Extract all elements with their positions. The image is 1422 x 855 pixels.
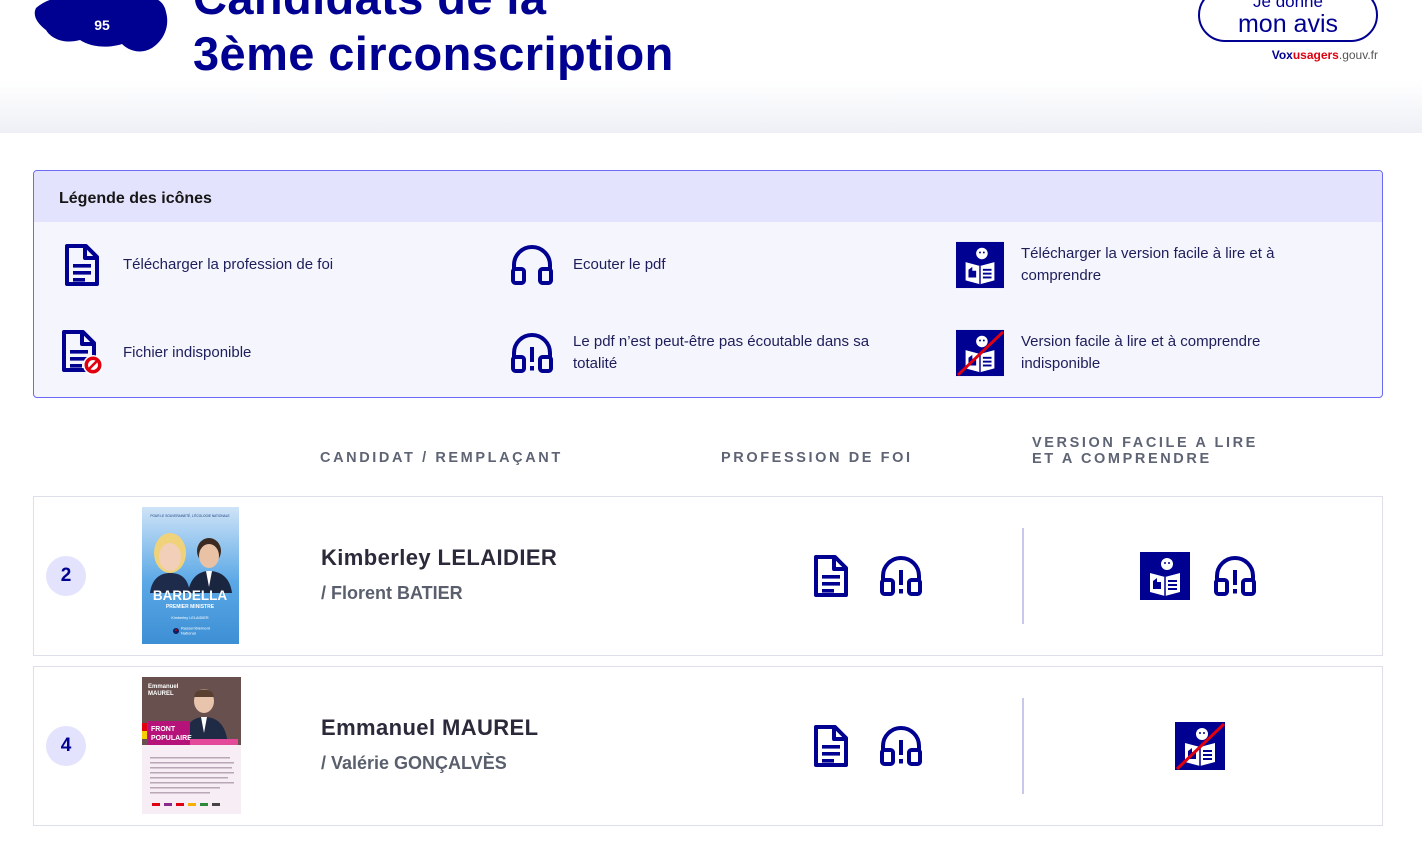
download-profession-link[interactable] — [808, 553, 854, 599]
substitute-name: / Florent BATIER — [321, 583, 463, 603]
column-header-candidate: CANDIDAT / REMPLAÇANT — [320, 450, 563, 466]
headphones-icon — [508, 241, 556, 289]
listen-profession-link[interactable] — [878, 723, 924, 769]
poster-name-line2: MAUREL — [148, 691, 174, 697]
column-header-profession: PROFESSION DE FOI — [721, 450, 913, 466]
easy-read-unavailable-icon — [956, 329, 1004, 377]
voxusagers-logo[interactable]: Voxusagers.gouv.fr — [1240, 48, 1378, 62]
poster-headline: BARDELLA — [153, 588, 227, 603]
document-icon — [811, 724, 851, 768]
column-separator — [1022, 698, 1024, 794]
legend-item-label: Télécharger la profession de foi — [123, 256, 334, 273]
candidate-number-badge: 4 — [46, 726, 86, 766]
column-header-easy-read: VERSION FACILE A LIRE ET A COMPRENDRE — [1032, 435, 1258, 467]
headphones-warning-icon — [879, 726, 923, 766]
vox-logo-part2: usagers — [1292, 48, 1339, 62]
legend-item-easy-read-unavailable: Version facile à lire et à comprendre in… — [956, 329, 1321, 377]
legend-title: Légende des icônes — [59, 190, 212, 207]
headphones-warning-icon — [1213, 556, 1257, 596]
candidate-name: Kimberley LELAIDIER — [321, 545, 558, 570]
legend-item-listen: Ecouter le pdf — [508, 241, 666, 289]
legend-item-label: Télécharger la version facile à lire et … — [1021, 245, 1275, 284]
give-opinion-big-label: mon avis — [1237, 10, 1339, 38]
listen-easy-read-link[interactable] — [1212, 553, 1258, 599]
column-header-easy-read-line1: VERSION FACILE A LIRE — [1032, 435, 1258, 451]
column-header-easy-read-line2: ET A COMPRENDRE — [1032, 451, 1212, 467]
vox-logo-part3: .gouv.fr — [1338, 48, 1378, 62]
legend-item-unavailable: Fichier indisponible — [58, 329, 251, 377]
candidate-row: 2 POUR LE SOUVERAINETÉ, L'ÉCOLOGIE NATIO… — [33, 496, 1383, 656]
download-easy-read-link[interactable] — [1139, 551, 1191, 601]
substitute-name: / Valérie GONÇALVÈS — [321, 753, 507, 773]
legend-item-label: Ecouter le pdf — [573, 256, 666, 273]
poster-candidate: Kimberley LELAIDIER — [171, 616, 209, 620]
legend-item-partial-audio: Le pdf n’est peut-être pas écoutable dan… — [508, 329, 913, 377]
candidate-number-badge: 2 — [46, 556, 86, 596]
vox-logo-part1: Vox — [1271, 48, 1293, 62]
page-title: Candidats de la 3ème circonscription — [193, 0, 674, 82]
easy-read-unavailable-indicator — [1174, 721, 1226, 771]
page-title-line2: 3ème circonscription — [193, 27, 674, 80]
listen-profession-link[interactable] — [878, 553, 924, 599]
poster-name-line1: Emmanuel — [148, 684, 179, 690]
poster-top-text: POUR LE SOUVERAINETÉ, L'ÉCOLOGIE NATIONA… — [150, 513, 229, 518]
legend-header: Légende des icônes — [34, 171, 1382, 222]
candidate-poster-image[interactable]: Emmanuel MAUREL FRONT POPULAIRE — [142, 677, 241, 814]
download-profession-link[interactable] — [808, 723, 854, 769]
icon-legend: Légende des icônes Télécharger la profes… — [33, 170, 1383, 398]
column-separator — [1022, 528, 1024, 624]
poster-party-line2: National — [181, 631, 196, 636]
candidate-name: Emmanuel MAUREL — [321, 715, 539, 740]
document-icon — [58, 241, 106, 289]
poster-front-line1: FRONT — [151, 726, 176, 733]
easy-read-unavailable-icon — [1175, 722, 1225, 770]
legend-item-label: Fichier indisponible — [123, 344, 252, 361]
legend-item-easy-read: Télécharger la version facile à lire et … — [956, 241, 1321, 289]
easy-read-icon — [956, 241, 1004, 289]
document-icon — [811, 554, 851, 598]
legend-item-label: Le pdf n’est peut-être pas écoutable dan… — [573, 333, 870, 372]
easy-read-icon — [1140, 552, 1190, 600]
page-title-line1: Candidats de la — [193, 0, 674, 26]
legend-item-label: Version facile à lire et à comprendre in… — [1021, 333, 1261, 372]
headphones-warning-icon — [879, 556, 923, 596]
page-header: 95 Candidats de la 3ème circonscription … — [0, 0, 1422, 133]
candidate-row: 4 Emmanuel MAUREL FRONT POPULAIRE Emmanu… — [33, 666, 1383, 826]
document-unavailable-icon — [58, 329, 106, 377]
headphones-warning-icon — [508, 329, 556, 377]
give-opinion-button[interactable]: Je donne mon avis — [1198, 0, 1378, 42]
candidate-poster-image[interactable]: POUR LE SOUVERAINETÉ, L'ÉCOLOGIE NATIONA… — [142, 507, 239, 644]
department-number: 95 — [94, 17, 110, 33]
department-map-icon: 95 — [30, 0, 175, 64]
poster-front-line2: POPULAIRE — [151, 735, 192, 742]
legend-item-download: Télécharger la profession de foi — [58, 241, 333, 289]
poster-subtitle: PREMIER MINISTRE — [166, 604, 215, 610]
